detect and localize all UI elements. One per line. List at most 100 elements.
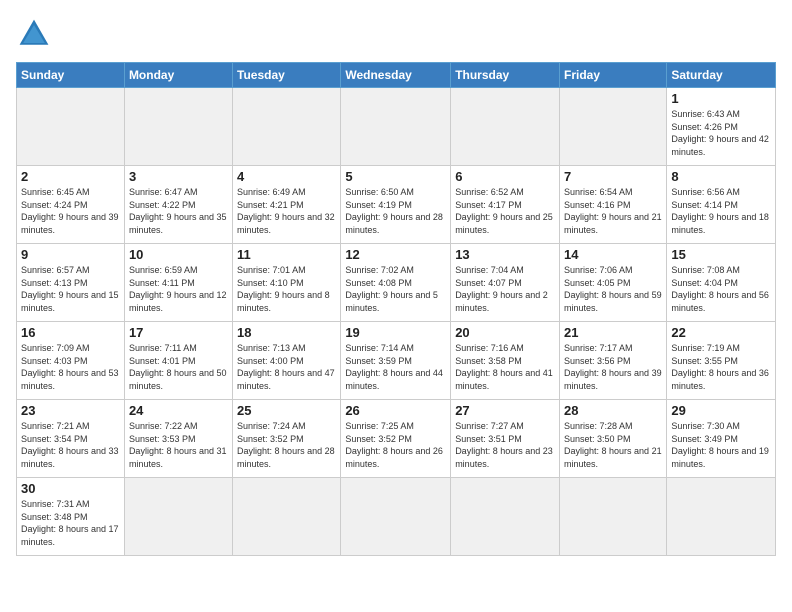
- day-number: 16: [21, 325, 120, 340]
- weekday-header-row: SundayMondayTuesdayWednesdayThursdayFrid…: [17, 63, 776, 88]
- day-number: 13: [455, 247, 555, 262]
- calendar-cell: 26 Sunrise: 7:25 AM Sunset: 3:52 PM Dayli…: [341, 400, 451, 478]
- day-number: 15: [671, 247, 771, 262]
- day-number: 2: [21, 169, 120, 184]
- calendar-cell: 22Sunrise: 7:19 AM Sunset: 3:55 PM Dayli…: [667, 322, 776, 400]
- calendar-cell: 25Sunrise: 7:24 AM Sunset: 3:52 PM Dayli…: [233, 400, 341, 478]
- calendar-week-4: 16 Sunrise: 7:09 AM Sunset: 4:03 PM Dayli…: [17, 322, 776, 400]
- day-number: 23: [21, 403, 120, 418]
- day-info: Sunrise: 7:28 AM Sunset: 3:50 PM Dayligh…: [564, 420, 662, 470]
- day-info: Sunrise: 7:16 AM Sunset: 3:58 PM Dayligh…: [455, 342, 555, 392]
- weekday-header-wednesday: Wednesday: [341, 63, 451, 88]
- weekday-header-tuesday: Tuesday: [233, 63, 341, 88]
- calendar-cell: 14Sunrise: 7:06 AM Sunset: 4:05 PM Dayli…: [560, 244, 667, 322]
- day-number: 19: [345, 325, 446, 340]
- day-info: Sunrise: 6:54 AM Sunset: 4:16 PM Dayligh…: [564, 186, 662, 236]
- calendar-week-6: 30 Sunrise: 7:31 AM Sunset: 3:48 PM Dayli…: [17, 478, 776, 556]
- day-number: 9: [21, 247, 120, 262]
- day-info: Sunrise: 7:19 AM Sunset: 3:55 PM Dayligh…: [671, 342, 771, 392]
- day-info: Sunrise: 7:02 AM Sunset: 4:08 PM Dayligh…: [345, 264, 446, 314]
- day-info: Sunrise: 7:31 AM Sunset: 3:48 PM Dayligh…: [21, 498, 120, 548]
- day-number: 12: [345, 247, 446, 262]
- calendar-cell: 19 Sunrise: 7:14 AM Sunset: 3:59 PM Dayli…: [341, 322, 451, 400]
- day-number: 7: [564, 169, 662, 184]
- day-number: 6: [455, 169, 555, 184]
- calendar-cell: 16 Sunrise: 7:09 AM Sunset: 4:03 PM Dayli…: [17, 322, 125, 400]
- day-number: 18: [237, 325, 336, 340]
- calendar-week-3: 9 Sunrise: 6:57 AM Sunset: 4:13 PM Daylig…: [17, 244, 776, 322]
- calendar-table: SundayMondayTuesdayWednesdayThursdayFrid…: [16, 62, 776, 556]
- weekday-header-saturday: Saturday: [667, 63, 776, 88]
- calendar-cell: 28 Sunrise: 7:28 AM Sunset: 3:50 PM Dayli…: [560, 400, 667, 478]
- day-number: 17: [129, 325, 228, 340]
- day-number: 10: [129, 247, 228, 262]
- calendar-cell: 6 Sunrise: 6:52 AM Sunset: 4:17 PM Daylig…: [451, 166, 560, 244]
- logo: [16, 16, 56, 52]
- calendar-cell: 29Sunrise: 7:30 AM Sunset: 3:49 PM Dayli…: [667, 400, 776, 478]
- day-info: Sunrise: 6:59 AM Sunset: 4:11 PM Dayligh…: [129, 264, 228, 314]
- calendar-cell: 9 Sunrise: 6:57 AM Sunset: 4:13 PM Daylig…: [17, 244, 125, 322]
- calendar-cell: [124, 88, 232, 166]
- calendar-cell: 27Sunrise: 7:27 AM Sunset: 3:51 PM Dayli…: [451, 400, 560, 478]
- day-info: Sunrise: 6:50 AM Sunset: 4:19 PM Dayligh…: [345, 186, 446, 236]
- day-info: Sunrise: 7:01 AM Sunset: 4:10 PM Dayligh…: [237, 264, 336, 314]
- day-info: Sunrise: 7:13 AM Sunset: 4:00 PM Dayligh…: [237, 342, 336, 392]
- calendar-cell: 23 Sunrise: 7:21 AM Sunset: 3:54 PM Dayli…: [17, 400, 125, 478]
- calendar-cell: [451, 88, 560, 166]
- calendar-cell: 7 Sunrise: 6:54 AM Sunset: 4:16 PM Daylig…: [560, 166, 667, 244]
- day-number: 26: [345, 403, 446, 418]
- calendar-cell: [233, 478, 341, 556]
- day-info: Sunrise: 6:49 AM Sunset: 4:21 PM Dayligh…: [237, 186, 336, 236]
- calendar-cell: 21 Sunrise: 7:17 AM Sunset: 3:56 PM Dayli…: [560, 322, 667, 400]
- day-number: 30: [21, 481, 120, 496]
- day-number: 29: [671, 403, 771, 418]
- day-number: 21: [564, 325, 662, 340]
- calendar-header: SundayMondayTuesdayWednesdayThursdayFrid…: [17, 63, 776, 88]
- calendar-cell: 17Sunrise: 7:11 AM Sunset: 4:01 PM Dayli…: [124, 322, 232, 400]
- calendar-cell: 12 Sunrise: 7:02 AM Sunset: 4:08 PM Dayli…: [341, 244, 451, 322]
- calendar-body: 1 Sunrise: 6:43 AM Sunset: 4:26 PM Daylig…: [17, 88, 776, 556]
- day-number: 3: [129, 169, 228, 184]
- calendar-cell: [451, 478, 560, 556]
- page: SundayMondayTuesdayWednesdayThursdayFrid…: [0, 0, 792, 612]
- day-info: Sunrise: 7:21 AM Sunset: 3:54 PM Dayligh…: [21, 420, 120, 470]
- day-number: 20: [455, 325, 555, 340]
- day-number: 28: [564, 403, 662, 418]
- day-number: 4: [237, 169, 336, 184]
- weekday-header-friday: Friday: [560, 63, 667, 88]
- calendar-cell: [560, 88, 667, 166]
- header: [16, 16, 776, 52]
- day-number: 1: [671, 91, 771, 106]
- calendar-cell: [17, 88, 125, 166]
- day-number: 8: [671, 169, 771, 184]
- day-info: Sunrise: 7:22 AM Sunset: 3:53 PM Dayligh…: [129, 420, 228, 470]
- day-info: Sunrise: 7:14 AM Sunset: 3:59 PM Dayligh…: [345, 342, 446, 392]
- calendar-cell: 4 Sunrise: 6:49 AM Sunset: 4:21 PM Daylig…: [233, 166, 341, 244]
- day-info: Sunrise: 6:45 AM Sunset: 4:24 PM Dayligh…: [21, 186, 120, 236]
- calendar-cell: [124, 478, 232, 556]
- day-info: Sunrise: 6:43 AM Sunset: 4:26 PM Dayligh…: [671, 108, 771, 158]
- day-info: Sunrise: 7:17 AM Sunset: 3:56 PM Dayligh…: [564, 342, 662, 392]
- day-number: 14: [564, 247, 662, 262]
- day-info: Sunrise: 6:56 AM Sunset: 4:14 PM Dayligh…: [671, 186, 771, 236]
- day-info: Sunrise: 7:09 AM Sunset: 4:03 PM Dayligh…: [21, 342, 120, 392]
- day-info: Sunrise: 7:04 AM Sunset: 4:07 PM Dayligh…: [455, 264, 555, 314]
- day-info: Sunrise: 6:52 AM Sunset: 4:17 PM Dayligh…: [455, 186, 555, 236]
- calendar-cell: [667, 478, 776, 556]
- calendar-cell: 2 Sunrise: 6:45 AM Sunset: 4:24 PM Daylig…: [17, 166, 125, 244]
- calendar-week-5: 23 Sunrise: 7:21 AM Sunset: 3:54 PM Dayli…: [17, 400, 776, 478]
- day-number: 25: [237, 403, 336, 418]
- calendar-cell: 11 Sunrise: 7:01 AM Sunset: 4:10 PM Dayli…: [233, 244, 341, 322]
- logo-icon: [16, 16, 52, 52]
- calendar-cell: [233, 88, 341, 166]
- calendar-week-2: 2 Sunrise: 6:45 AM Sunset: 4:24 PM Daylig…: [17, 166, 776, 244]
- calendar-cell: 5Sunrise: 6:50 AM Sunset: 4:19 PM Daylig…: [341, 166, 451, 244]
- day-info: Sunrise: 7:27 AM Sunset: 3:51 PM Dayligh…: [455, 420, 555, 470]
- day-info: Sunrise: 7:25 AM Sunset: 3:52 PM Dayligh…: [345, 420, 446, 470]
- day-number: 24: [129, 403, 228, 418]
- day-info: Sunrise: 6:47 AM Sunset: 4:22 PM Dayligh…: [129, 186, 228, 236]
- calendar-cell: 30 Sunrise: 7:31 AM Sunset: 3:48 PM Dayli…: [17, 478, 125, 556]
- calendar-cell: [341, 88, 451, 166]
- day-info: Sunrise: 6:57 AM Sunset: 4:13 PM Dayligh…: [21, 264, 120, 314]
- day-number: 11: [237, 247, 336, 262]
